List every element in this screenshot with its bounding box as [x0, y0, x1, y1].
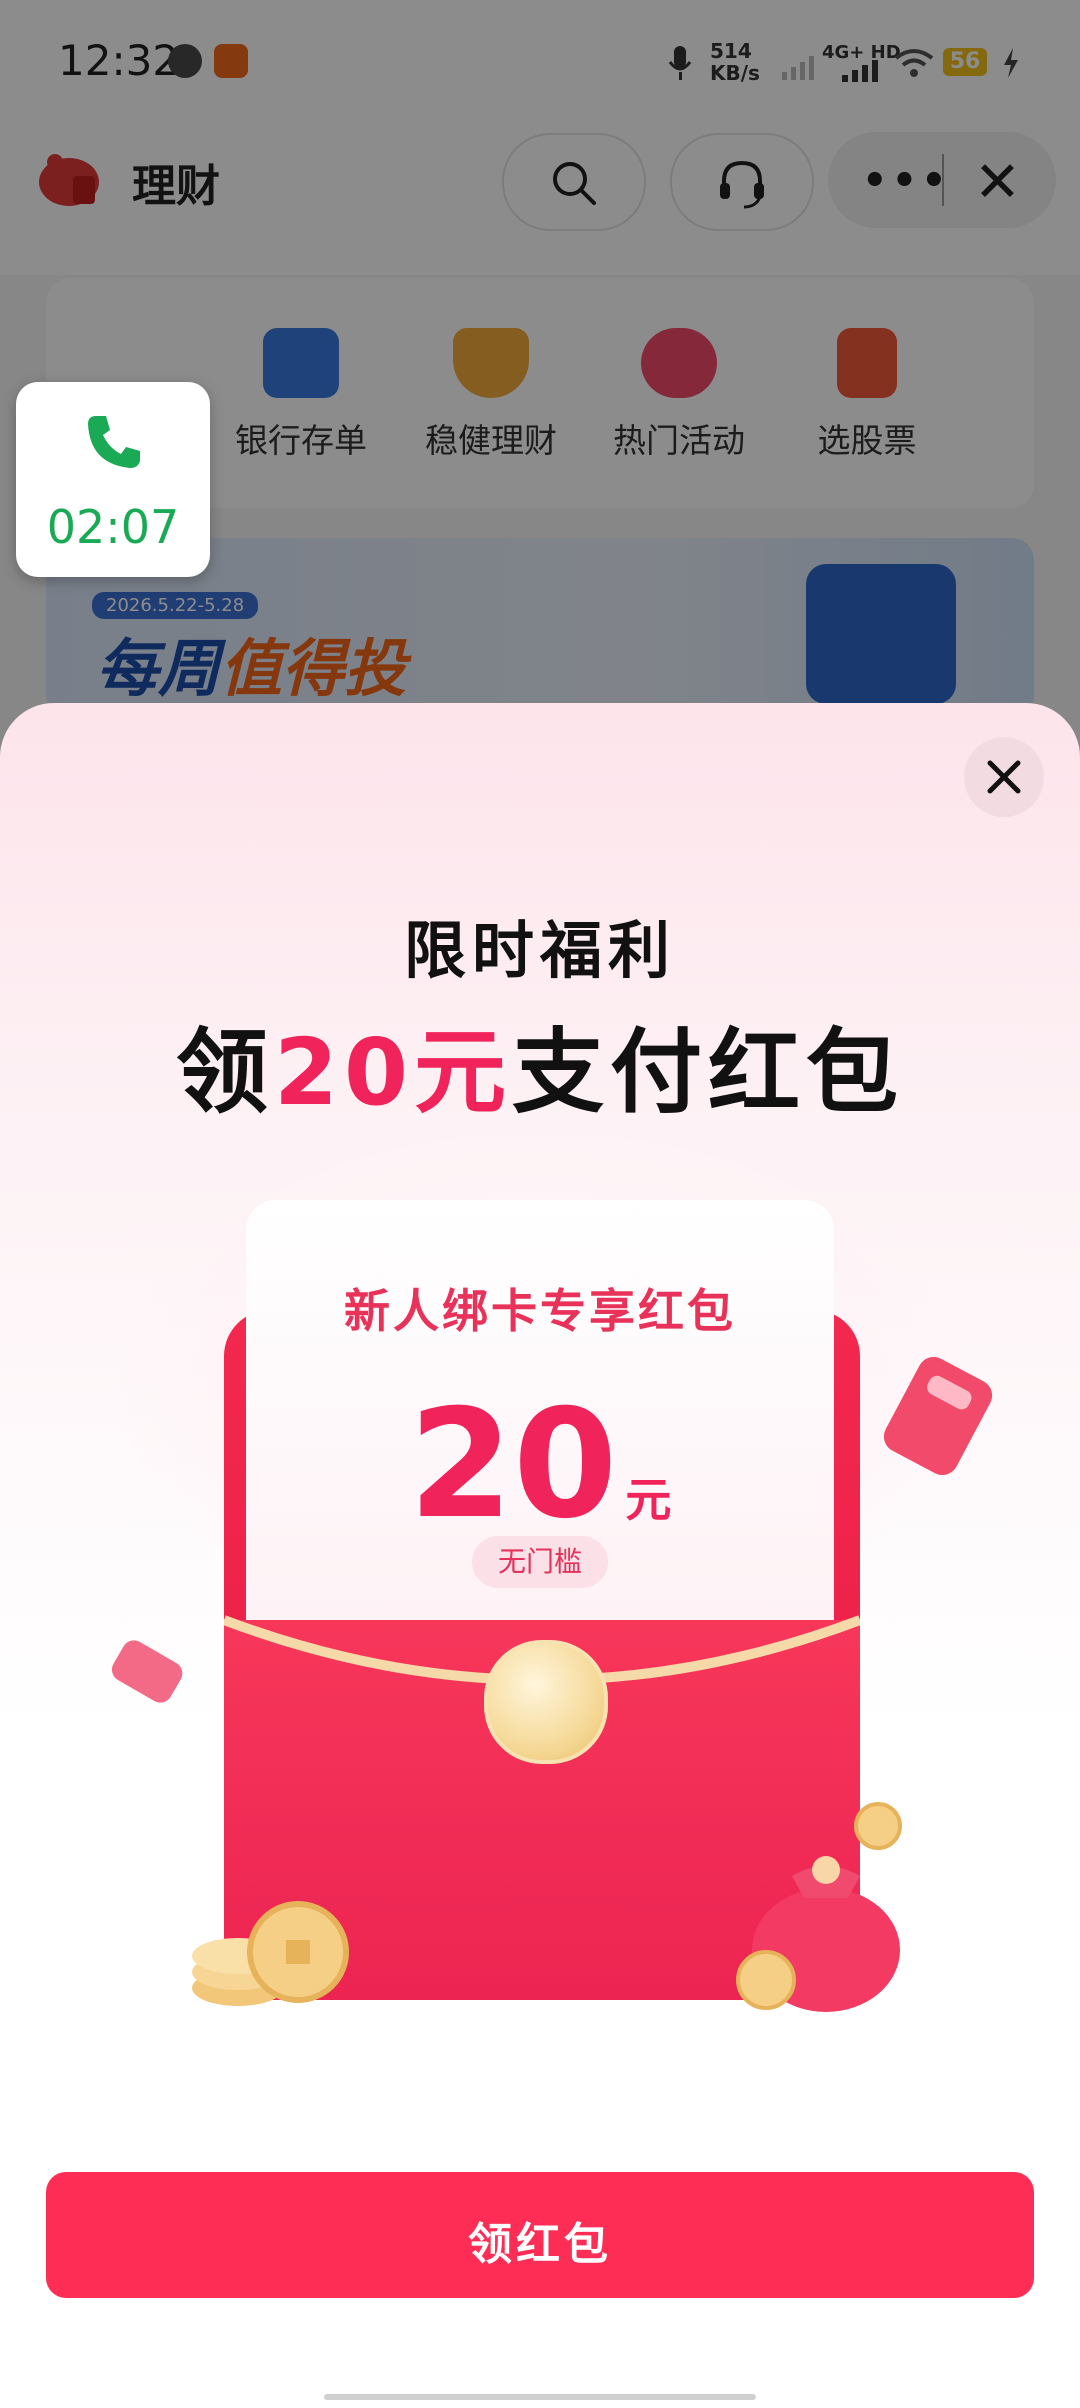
claim-red-envelope-button[interactable]: 领红包 [46, 2172, 1034, 2298]
promo-subtitle: 限时福利 [403, 914, 676, 987]
no-threshold-tag: 无门槛 [472, 1536, 608, 1588]
gold-coins-icon [192, 1901, 349, 2006]
call-duration: 02:07 [46, 500, 180, 554]
call-widget[interactable]: 02:07 [16, 382, 210, 577]
card-amount: 20 元 [246, 1390, 834, 1540]
close-icon [987, 760, 1021, 794]
flying-red-envelope-icon [111, 1640, 183, 1703]
promo-headline: 领20元支付红包 [0, 998, 1080, 1131]
home-indicator[interactable] [324, 2394, 756, 2400]
headline-prefix: 领 [175, 1019, 274, 1126]
flying-red-envelope-icon [884, 1356, 993, 1476]
card-amount-unit: 元 [625, 1473, 672, 1527]
headline-suffix: 支付红包 [512, 1019, 905, 1126]
headline-amount: 20元 [273, 1019, 513, 1126]
claim-button-label: 领红包 [468, 2219, 612, 2270]
close-button[interactable] [964, 737, 1044, 817]
card-amount-number: 20 [408, 1378, 618, 1552]
card-title: 新人绑卡专享红包 [344, 1284, 736, 1338]
phone-icon [88, 416, 140, 468]
envelope-seal-icon [484, 1640, 608, 1764]
money-bag-icon [736, 1802, 902, 2012]
